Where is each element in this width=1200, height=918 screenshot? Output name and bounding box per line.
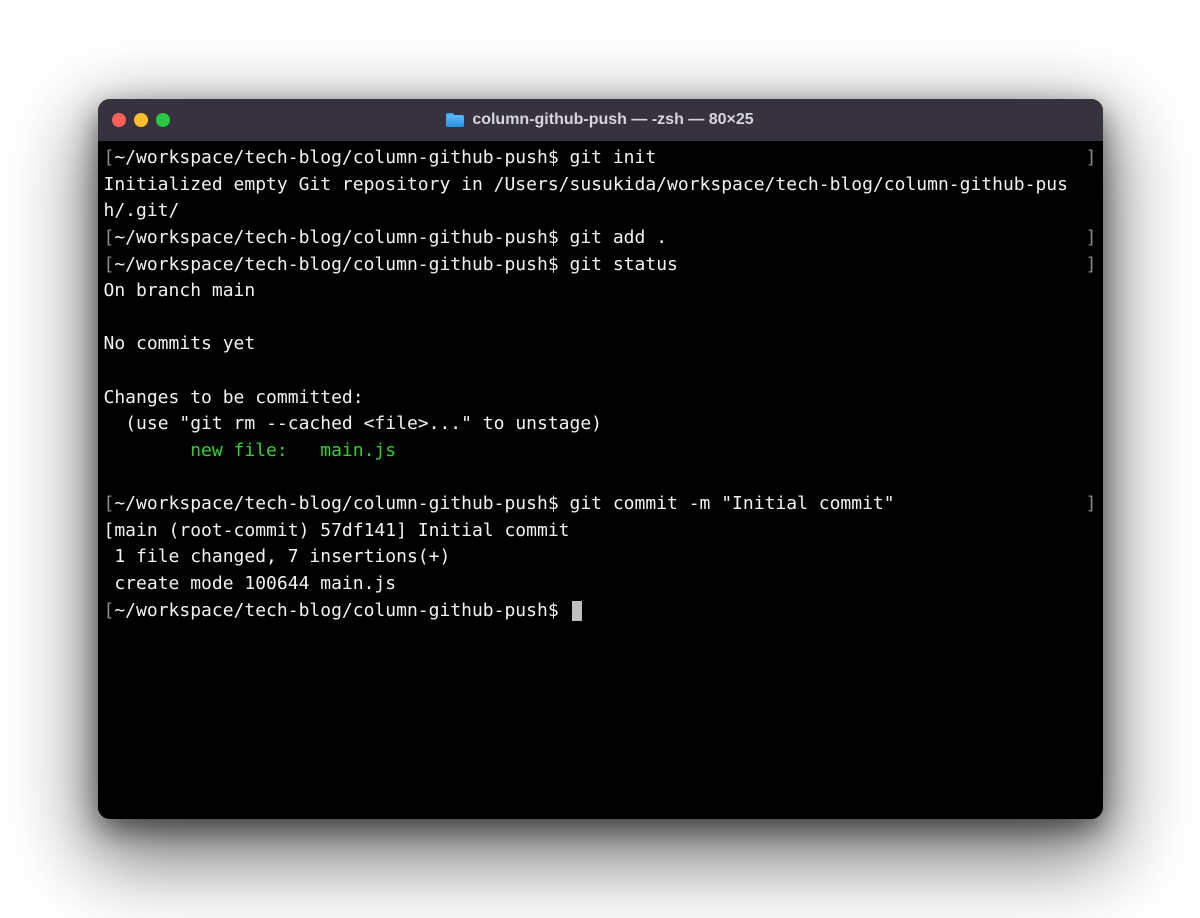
command-line: [~/workspace/tech-blog/column-github-pus… bbox=[104, 252, 1097, 279]
output-line: No commits yet bbox=[104, 331, 1097, 358]
prompt-open-bracket: [ bbox=[104, 147, 115, 168]
prompt-path: ~/workspace/tech-blog/column-github-push… bbox=[114, 600, 569, 621]
output-line: Initialized empty Git repository in /Use… bbox=[104, 172, 1097, 225]
prompt-path: ~/workspace/tech-blog/column-github-push… bbox=[114, 493, 569, 514]
output-line: create mode 100644 main.js bbox=[104, 571, 1097, 598]
prompt-path: ~/workspace/tech-blog/column-github-push… bbox=[114, 227, 569, 248]
command-line: [~/workspace/tech-blog/column-github-pus… bbox=[104, 491, 1097, 518]
command-text: git commit -m "Initial commit" bbox=[570, 493, 895, 514]
output-line: 1 file changed, 7 insertions(+) bbox=[104, 544, 1097, 571]
prompt-open-bracket: [ bbox=[104, 227, 115, 248]
output-line: Changes to be committed: bbox=[104, 385, 1097, 412]
command-text: git add . bbox=[570, 227, 668, 248]
blank-line bbox=[104, 305, 1097, 332]
staged-file-line: new file: main.js bbox=[104, 438, 1097, 465]
prompt-open-bracket: [ bbox=[104, 254, 115, 275]
prompt-path: ~/workspace/tech-blog/column-github-push… bbox=[114, 254, 569, 275]
terminal-window: column-github-push — -zsh — 80×25 [~/wor… bbox=[98, 99, 1103, 819]
command-text: git status bbox=[570, 254, 678, 275]
prompt-close-bracket: ] bbox=[1086, 145, 1097, 172]
output-line: On branch main bbox=[104, 278, 1097, 305]
minimize-icon[interactable] bbox=[134, 113, 148, 127]
prompt-open-bracket: [ bbox=[104, 600, 115, 621]
cursor-icon bbox=[572, 601, 582, 621]
blank-line bbox=[104, 465, 1097, 492]
prompt-open-bracket: [ bbox=[104, 493, 115, 514]
folder-icon bbox=[446, 113, 464, 127]
prompt-close-bracket: ] bbox=[1086, 225, 1097, 252]
prompt-path: ~/workspace/tech-blog/column-github-push… bbox=[114, 147, 569, 168]
traffic-lights bbox=[112, 113, 170, 127]
command-line: [~/workspace/tech-blog/column-github-pus… bbox=[104, 225, 1097, 252]
prompt-close-bracket: ] bbox=[1086, 252, 1097, 279]
prompt-line: [~/workspace/tech-blog/column-github-pus… bbox=[104, 598, 1097, 625]
command-line: [~/workspace/tech-blog/column-github-pus… bbox=[104, 145, 1097, 172]
window-title-wrap: column-github-push — -zsh — 80×25 bbox=[98, 111, 1103, 129]
command-text: git init bbox=[570, 147, 657, 168]
output-line: (use "git rm --cached <file>..." to unst… bbox=[104, 411, 1097, 438]
maximize-icon[interactable] bbox=[156, 113, 170, 127]
close-icon[interactable] bbox=[112, 113, 126, 127]
terminal-output[interactable]: [~/workspace/tech-blog/column-github-pus… bbox=[98, 141, 1103, 819]
window-title: column-github-push — -zsh — 80×25 bbox=[472, 111, 753, 129]
titlebar: column-github-push — -zsh — 80×25 bbox=[98, 99, 1103, 141]
prompt-close-bracket: ] bbox=[1086, 491, 1097, 518]
output-line: [main (root-commit) 57df141] Initial com… bbox=[104, 518, 1097, 545]
blank-line bbox=[104, 358, 1097, 385]
